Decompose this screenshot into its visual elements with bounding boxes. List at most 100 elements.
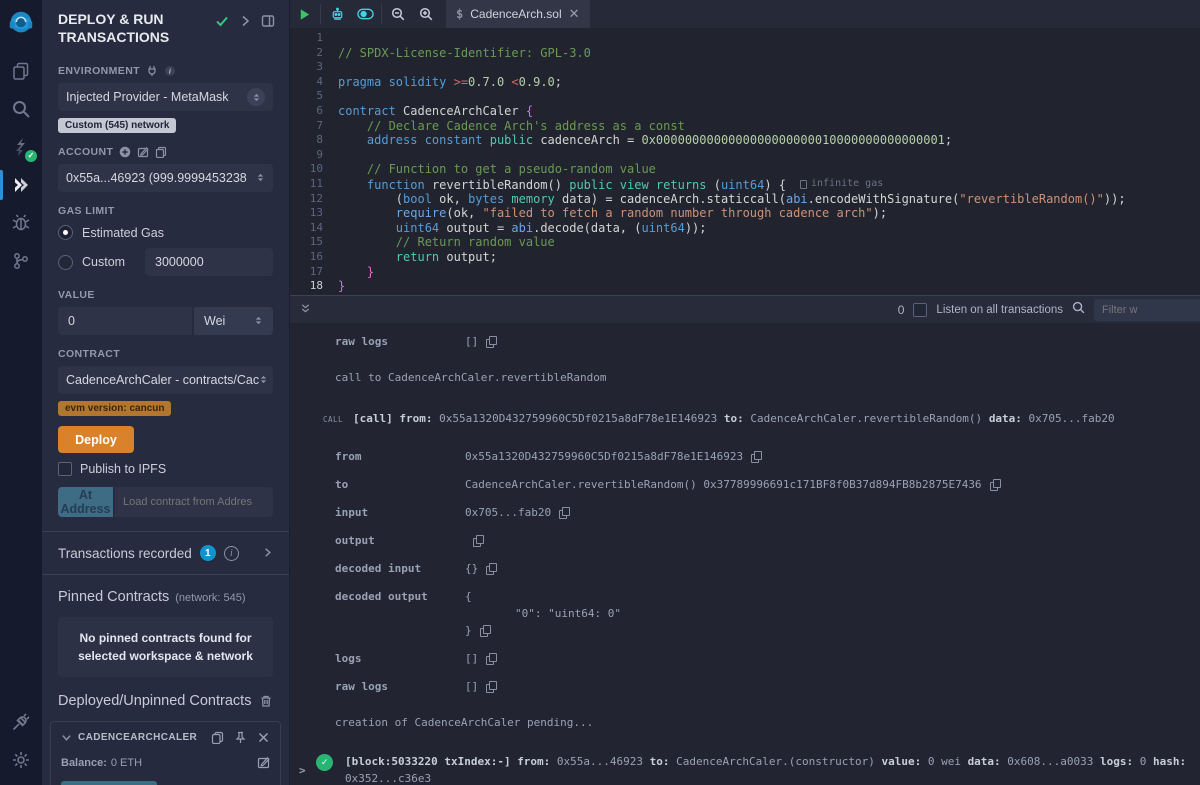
chevron-right-icon[interactable] <box>262 546 273 561</box>
contract-select[interactable]: CadenceArchCaler - contracts/Cac <box>58 366 273 394</box>
environment-select[interactable]: Injected Provider - MetaMask <box>58 83 273 111</box>
gas-estimate-annotation: infinite gas <box>800 177 883 192</box>
line-number: 13 <box>290 206 338 221</box>
zoom-in-icon[interactable] <box>412 0 440 28</box>
terminal-prompt[interactable]: > <box>299 764 306 777</box>
terminal-header: 0 Listen on all transactions <box>290 295 1200 323</box>
line-number: 15 <box>290 235 338 250</box>
account-select[interactable]: 0x55a...46923 (999.9999453238 <box>58 164 273 192</box>
add-account-icon[interactable] <box>119 146 131 158</box>
tab-cadencearch-sol[interactable]: $ CadenceArch.sol ✕ <box>446 0 590 28</box>
terminal-call-summary[interactable]: CALL[call] from: 0x55a1320D432759960C5Df… <box>290 410 1200 428</box>
search-icon[interactable] <box>1072 301 1085 319</box>
value-unit-select[interactable]: Wei <box>194 307 273 335</box>
copy-icon[interactable] <box>486 653 496 665</box>
value-label: VALUE <box>58 289 273 301</box>
code-line: 18} <box>290 279 1200 294</box>
network-badge: Custom (545) network <box>58 118 176 133</box>
collapse-terminal-icon[interactable] <box>300 301 311 319</box>
deployed-contract-card: CADENCEARCHCALER AT 0X Balance: 0 ETH ca… <box>50 721 281 785</box>
tx-success-icon: ✓ <box>316 754 333 771</box>
code-line: 7 // Declare Cadence Arch's address as a… <box>290 119 1200 134</box>
ai-copilot-icon[interactable] <box>323 0 351 28</box>
listen-all-checkbox[interactable] <box>913 303 927 317</box>
code-line: 2// SPDX-License-Identifier: GPL-3.0 <box>290 46 1200 61</box>
copy-icon[interactable] <box>486 681 496 693</box>
code-line: 5 <box>290 89 1200 104</box>
at-address-button[interactable]: At Address <box>58 487 113 517</box>
copy-icon[interactable] <box>486 563 496 575</box>
line-number: 7 <box>290 119 338 134</box>
publish-ipfs-checkbox[interactable] <box>58 462 72 476</box>
at-address-input[interactable] <box>115 487 273 517</box>
close-icon[interactable] <box>257 731 270 744</box>
line-number: 5 <box>290 89 338 104</box>
pinned-empty-message: No pinned contracts found for selected w… <box>58 617 273 677</box>
deploy-run-icon[interactable] <box>0 166 42 204</box>
copy-icon[interactable] <box>559 507 569 519</box>
line-number: 16 <box>290 250 338 265</box>
terminal-tx-summary[interactable]: ✓[block:5033220 txIndex:-] from: 0x55a..… <box>316 753 1200 785</box>
terminal-filter-input[interactable] <box>1094 299 1200 321</box>
balance-value: 0 ETH <box>111 757 142 769</box>
plug-icon[interactable] <box>146 65 158 77</box>
git-icon[interactable] <box>0 242 42 280</box>
copy-icon[interactable] <box>990 479 1000 491</box>
line-number: 12 <box>290 192 338 207</box>
code-line: 14 uint64 output = abi.decode(data, (uin… <box>290 221 1200 236</box>
terminal-kv-row: input0x705...fab20 <box>290 498 1200 526</box>
custom-gas-option[interactable]: Custom <box>58 248 273 276</box>
line-number: 11 <box>290 177 338 192</box>
remix-logo-icon[interactable] <box>6 8 36 38</box>
copy-icon[interactable] <box>751 451 761 463</box>
line-number: 3 <box>290 60 338 75</box>
line-number: 9 <box>290 148 338 163</box>
svg-text:i: i <box>169 68 171 76</box>
terminal-kv-row: raw logs[] <box>290 672 1200 700</box>
settings-icon[interactable] <box>0 741 42 779</box>
code-editor[interactable]: 12// SPDX-License-Identifier: GPL-3.034p… <box>290 28 1200 295</box>
chevron-right-icon[interactable] <box>238 14 252 28</box>
custom-gas-radio[interactable] <box>58 255 73 270</box>
transactions-recorded-row[interactable]: Transactions recorded 1 i <box>42 532 289 574</box>
account-label: ACCOUNT <box>58 146 273 158</box>
copilot-toggle-icon[interactable] <box>351 0 379 28</box>
deploy-button[interactable]: Deploy <box>58 426 134 453</box>
info-icon[interactable]: i <box>224 546 239 561</box>
custom-gas-input[interactable] <box>145 248 273 276</box>
code-line: 3 <box>290 60 1200 75</box>
copy-icon[interactable] <box>473 535 483 547</box>
contract-instance-name[interactable]: CADENCEARCHCALER AT 0X <box>78 732 200 743</box>
publish-ipfs-option[interactable]: Publish to IPFS <box>58 462 273 476</box>
value-input[interactable] <box>58 307 192 335</box>
line-number: 14 <box>290 221 338 236</box>
run-script-icon[interactable] <box>290 0 318 28</box>
gas-limit-label: GAS LIMIT <box>58 205 273 217</box>
close-tab-icon[interactable]: ✕ <box>569 6 580 22</box>
zoom-out-icon[interactable] <box>384 0 412 28</box>
info-icon[interactable]: i <box>164 65 176 77</box>
file-explorer-icon[interactable] <box>0 52 42 90</box>
chevron-updown-icon <box>256 171 265 185</box>
search-icon[interactable] <box>0 90 42 128</box>
copy-address-icon[interactable] <box>211 731 224 744</box>
pin-contract-icon[interactable] <box>234 731 247 744</box>
trash-icon[interactable] <box>259 694 273 708</box>
estimated-gas-option[interactable]: Estimated Gas <box>58 225 273 240</box>
debugger-icon[interactable] <box>0 204 42 242</box>
chevron-updown-icon <box>247 88 265 106</box>
chevron-down-icon[interactable] <box>61 732 72 743</box>
copy-account-icon[interactable] <box>155 146 167 158</box>
copy-icon[interactable] <box>486 336 496 348</box>
pin-panel-icon[interactable] <box>261 14 275 28</box>
sign-message-icon[interactable] <box>137 146 149 158</box>
copy-icon[interactable] <box>480 625 490 637</box>
plugin-manager-icon[interactable] <box>0 703 42 741</box>
chevron-updown-icon <box>259 373 268 387</box>
contract-function-button[interactable]: cadenceArch <box>61 781 157 785</box>
terminal-output[interactable]: raw logs[]call to CadenceArchCaler.rever… <box>290 323 1200 785</box>
solidity-compiler-icon[interactable]: ✓ <box>0 128 42 166</box>
estimated-gas-radio[interactable] <box>58 225 73 240</box>
edit-balance-icon[interactable] <box>257 756 270 769</box>
evm-version-badge: evm version: cancun <box>58 401 171 416</box>
